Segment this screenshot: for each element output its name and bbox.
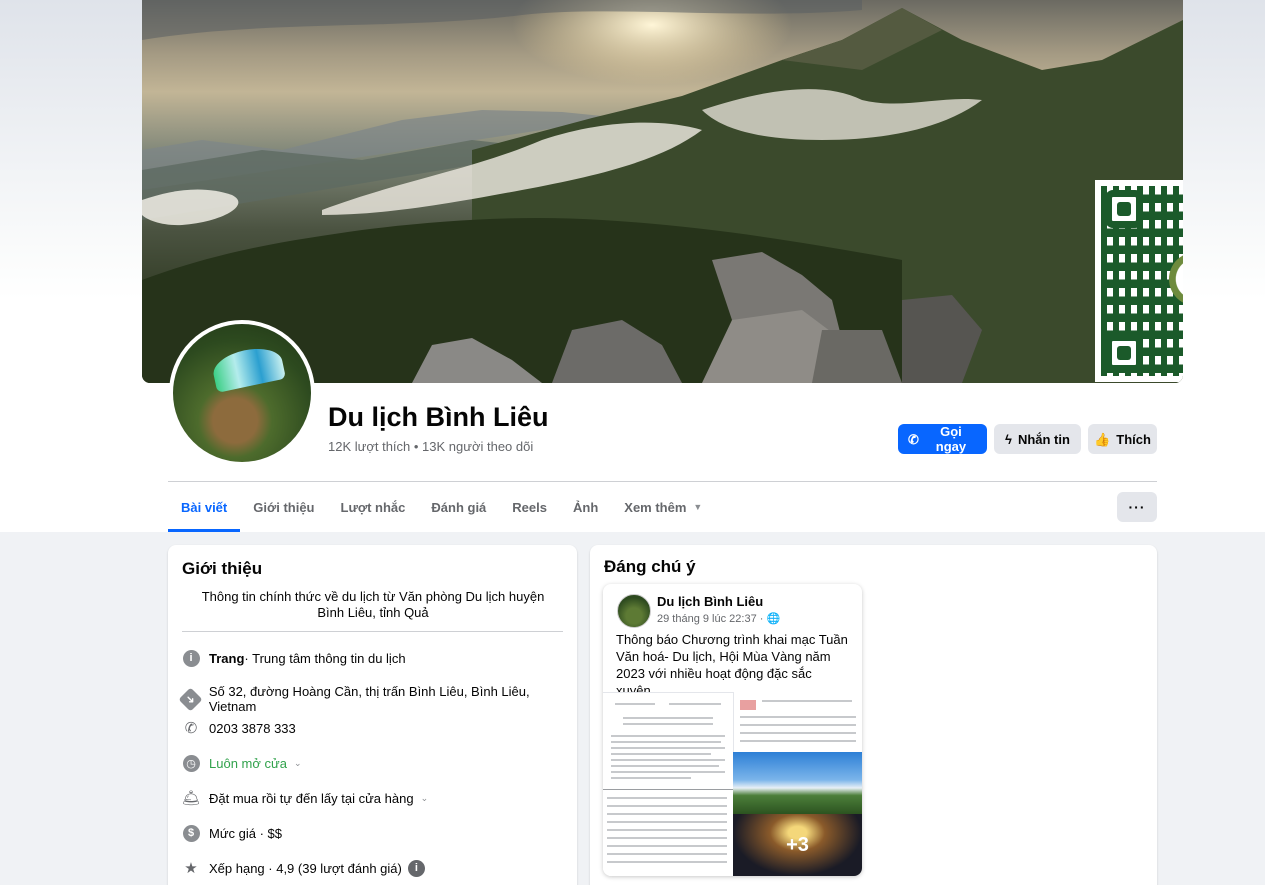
hours-text: Luôn mở cửa bbox=[209, 755, 287, 771]
tab-see-more[interactable]: Xem thêm ▼ bbox=[611, 482, 715, 532]
tab-reviews[interactable]: Đánh giá bbox=[418, 482, 499, 532]
tab-see-more-label: Xem thêm bbox=[624, 499, 687, 515]
chevron-down-icon: ⌄ bbox=[293, 757, 302, 768]
post-author[interactable]: Du lịch Bình Liêu bbox=[657, 594, 763, 609]
post-timestamp[interactable]: 29 tháng 9 lúc 22:37 · 🌐 bbox=[657, 612, 780, 625]
tab-about[interactable]: Giới thiệu bbox=[240, 482, 327, 532]
paraglider-image bbox=[210, 343, 286, 393]
intro-card: Giới thiệu Thông tin chính thức về du lị… bbox=[168, 545, 577, 885]
page-title: Du lịch Bình Liêu bbox=[328, 402, 549, 432]
price-text: Mức giá · $$ bbox=[209, 825, 283, 841]
post-avatar[interactable] bbox=[617, 594, 651, 628]
star-icon: ★ bbox=[184, 860, 198, 877]
service-bell-icon: 🛎 bbox=[181, 790, 201, 807]
page-followers[interactable]: 12K lượt thích • 13K người theo dõi bbox=[328, 439, 533, 454]
caret-down-icon: ▼ bbox=[693, 502, 703, 512]
price-row: $ Mức giá · $$ bbox=[182, 824, 282, 842]
featured-post[interactable]: Du lịch Bình Liêu 29 tháng 9 lúc 22:37 ·… bbox=[603, 584, 862, 876]
phone-text: 0203 3878 333 bbox=[209, 720, 296, 736]
post-thumbnail-document[interactable] bbox=[733, 692, 862, 752]
message-label: Nhắn tin bbox=[1017, 431, 1070, 447]
clock-icon: ◷ bbox=[182, 754, 200, 772]
category-text: · Trung tâm thông tin du lịch bbox=[244, 650, 406, 666]
call-now-button[interactable]: ✆ Gọi ngay bbox=[898, 424, 987, 454]
info-icon[interactable]: i bbox=[407, 859, 425, 877]
intro-description: Thông tin chính thức về du lịch từ Văn p… bbox=[201, 589, 545, 620]
tab-posts[interactable]: Bài viết bbox=[168, 482, 241, 532]
tab-photos[interactable]: Ảnh bbox=[560, 482, 611, 532]
intro-title: Giới thiệu bbox=[182, 559, 263, 578]
page-avatar[interactable] bbox=[169, 320, 315, 466]
like-button[interactable]: 👍 Thích bbox=[1088, 424, 1157, 454]
post-document-image[interactable] bbox=[603, 692, 733, 876]
info-icon: i bbox=[182, 649, 200, 667]
category-row: i Trang · Trung tâm thông tin du lịch bbox=[182, 649, 406, 667]
globe-icon: 🌐 bbox=[766, 613, 781, 625]
qr-code bbox=[1095, 180, 1183, 382]
service-text: Đặt mua rồi tự đến lấy tại cửa hàng bbox=[209, 790, 414, 806]
notable-title: Đáng chú ý bbox=[604, 557, 696, 576]
more-options-button[interactable]: ··· bbox=[1117, 492, 1157, 522]
post-thumbnail-festival[interactable]: +3 bbox=[733, 814, 862, 876]
like-label: Thích bbox=[1116, 431, 1151, 447]
post-time-text: 29 tháng 9 lúc 22:37 · bbox=[657, 613, 764, 625]
dollar-icon: $ bbox=[182, 824, 200, 842]
phone-row[interactable]: ✆ 0203 3878 333 bbox=[182, 719, 296, 737]
flower-logo bbox=[1169, 252, 1183, 306]
hours-row[interactable]: ◷ Luôn mở cửa ⌄ bbox=[182, 754, 301, 772]
message-button[interactable]: ϟ Nhắn tin bbox=[994, 424, 1081, 454]
tab-mentions[interactable]: Lượt nhắc bbox=[328, 482, 419, 532]
intro-divider bbox=[182, 631, 563, 632]
service-row[interactable]: 🛎 Đặt mua rồi tự đến lấy tại cửa hàng ⌄ bbox=[181, 789, 429, 807]
call-now-label: Gọi ngay bbox=[935, 424, 967, 454]
notable-card: Đáng chú ý Du lịch Bình Liêu 29 tháng 9 … bbox=[590, 545, 1157, 885]
more-photos-count: +3 bbox=[786, 833, 809, 856]
messenger-icon: ϟ bbox=[1005, 431, 1012, 447]
address-text: Số 32, đường Hoàng Cần, thị trấn Bình Li… bbox=[208, 684, 530, 714]
cover-photo[interactable] bbox=[142, 0, 1183, 383]
category-prefix: Trang bbox=[209, 650, 245, 666]
page-tabs: Bài viết Giới thiệu Lượt nhắc Đánh giá R… bbox=[168, 482, 715, 532]
rating-row[interactable]: ★ Xếp hạng · 4,9 (39 lượt đánh giá) i bbox=[182, 859, 425, 877]
post-text: Thông báo Chương trình khai mạc Tuần Văn… bbox=[616, 632, 848, 698]
phone-icon: ✆ bbox=[184, 720, 198, 737]
mountain-landscape bbox=[142, 0, 1183, 383]
address-row[interactable]: ➜ Số 32, đường Hoàng Cần, thị trấn Bình … bbox=[178, 684, 577, 714]
thumbs-up-icon: 👍 bbox=[1094, 431, 1111, 447]
tab-reels[interactable]: Reels bbox=[499, 482, 560, 532]
chevron-down-icon: ⌄ bbox=[420, 792, 429, 803]
post-thumbnail-landscape[interactable] bbox=[733, 752, 862, 814]
rating-text: Xếp hạng · 4,9 (39 lượt đánh giá) bbox=[209, 860, 402, 876]
phone-icon: ✆ bbox=[908, 431, 919, 447]
directions-icon: ➜ bbox=[178, 686, 203, 712]
